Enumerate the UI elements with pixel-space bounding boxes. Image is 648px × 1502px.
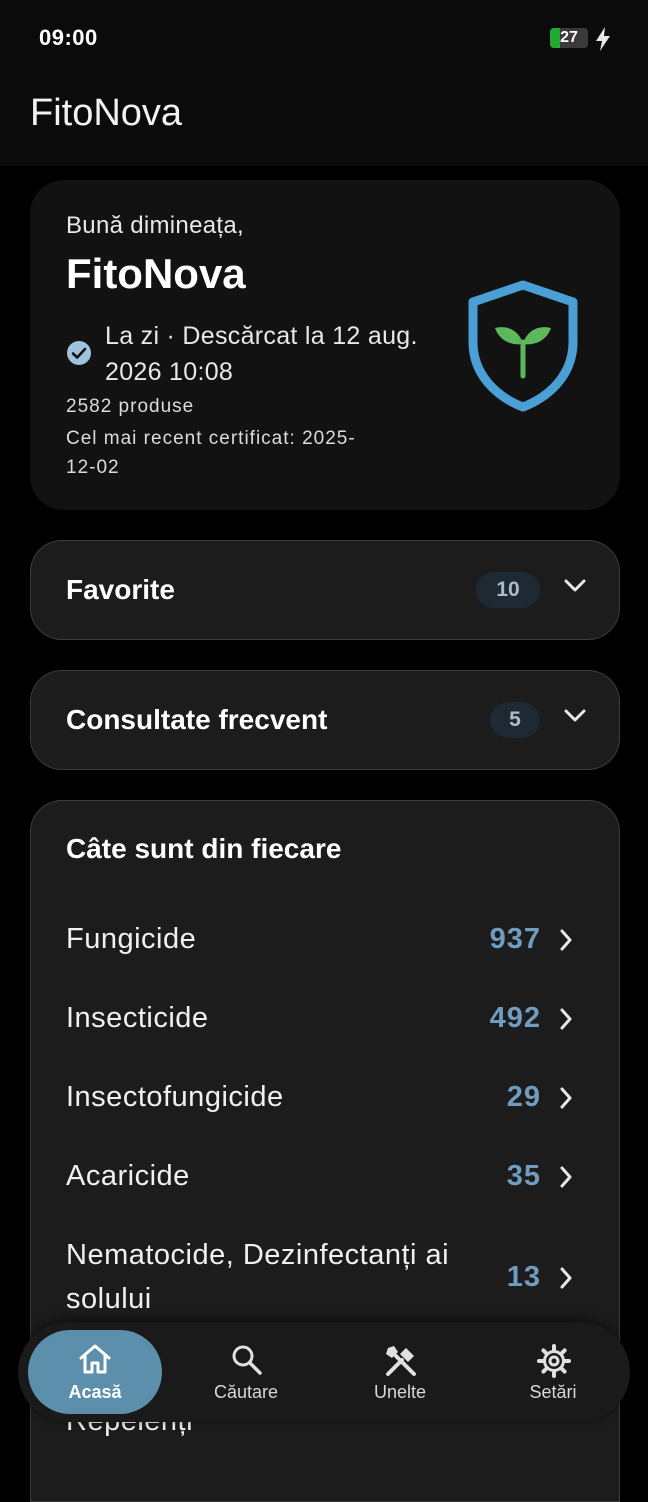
- favorites-count-badge: 10: [476, 572, 540, 608]
- category-count: 492: [489, 1002, 541, 1034]
- chevron-right-icon: [560, 1267, 572, 1289]
- battery-indicator: 27: [550, 28, 588, 48]
- nav-search[interactable]: Căutare: [196, 1322, 296, 1422]
- summary-title: FitoNova: [66, 250, 246, 297]
- nav-label: Unelte: [373, 1382, 427, 1402]
- latest-certificate: Cel mai recent certificat: 2025-12-02: [66, 428, 356, 478]
- greeting-text: Bună dimineața,: [66, 212, 244, 239]
- nav-label: Căutare: [213, 1382, 279, 1402]
- battery-level: 27: [560, 29, 578, 46]
- category-count: 937: [489, 923, 541, 955]
- category-row[interactable]: Fungicide 937: [31, 917, 619, 965]
- sync-status: La zi · Descărcat la 12 aug. 2026 10:08: [105, 322, 418, 386]
- category-row[interactable]: Insecticide 492: [31, 996, 619, 1044]
- category-count: 13: [506, 1261, 541, 1293]
- chevron-right-icon: [560, 1008, 572, 1030]
- categories-title: Câte sunt din fiecare: [66, 833, 342, 864]
- frequent-section[interactable]: Consultate frecvent 5: [30, 670, 620, 770]
- chevron-down-icon[interactable]: [564, 709, 586, 723]
- tools-icon: [386, 1346, 416, 1376]
- chevron-right-icon: [560, 1087, 572, 1109]
- nav-settings[interactable]: Setări: [503, 1322, 603, 1422]
- category-label: Nematocide, Dezinfectanți ai solului: [66, 1239, 450, 1315]
- favorites-section[interactable]: Favorite 10: [30, 540, 620, 640]
- app-bar: FitoNova: [0, 76, 648, 166]
- category-label: Insecticide: [66, 1002, 209, 1034]
- app-title: FitoNova: [30, 92, 183, 134]
- nav-tools[interactable]: Unelte: [350, 1322, 450, 1422]
- shield-sprout-icon: [468, 280, 578, 412]
- chevron-down-icon[interactable]: [564, 579, 586, 593]
- chevron-right-icon: [560, 1166, 572, 1188]
- frequent-label: Consultate frecvent: [66, 704, 328, 735]
- category-label: Insectofungicide: [66, 1081, 284, 1113]
- category-count: 35: [506, 1160, 541, 1192]
- products-count: 2582 produse: [66, 396, 195, 417]
- bottom-nav: Acasă Căutare Unelte Setări: [18, 1322, 630, 1422]
- search-icon: [232, 1345, 262, 1375]
- category-row[interactable]: Nematocide, Dezinfectanți ai solului 13: [31, 1233, 619, 1323]
- category-label: Fungicide: [66, 923, 197, 955]
- category-row[interactable]: Insectofungicide 29: [31, 1075, 619, 1123]
- status-time: 09:00: [39, 25, 98, 50]
- status-bar: 09:00 27: [0, 0, 648, 76]
- home-icon: [79, 1344, 111, 1374]
- nav-label: Setări: [529, 1382, 577, 1402]
- nav-home[interactable]: Acasă: [28, 1330, 162, 1414]
- frequent-count-badge: 5: [490, 702, 540, 738]
- chevron-right-icon: [560, 929, 572, 951]
- bolt-icon: [596, 27, 610, 51]
- gear-icon: [537, 1344, 571, 1378]
- category-count: 29: [506, 1081, 541, 1113]
- category-label: Acaricide: [66, 1160, 190, 1192]
- category-row[interactable]: Acaricide 35: [31, 1154, 619, 1202]
- favorites-label: Favorite: [66, 574, 175, 605]
- nav-label: Acasă: [68, 1382, 122, 1402]
- summary-card: Bună dimineața, FitoNova La zi · Descărc…: [30, 180, 620, 510]
- check-circle-icon: [67, 341, 91, 365]
